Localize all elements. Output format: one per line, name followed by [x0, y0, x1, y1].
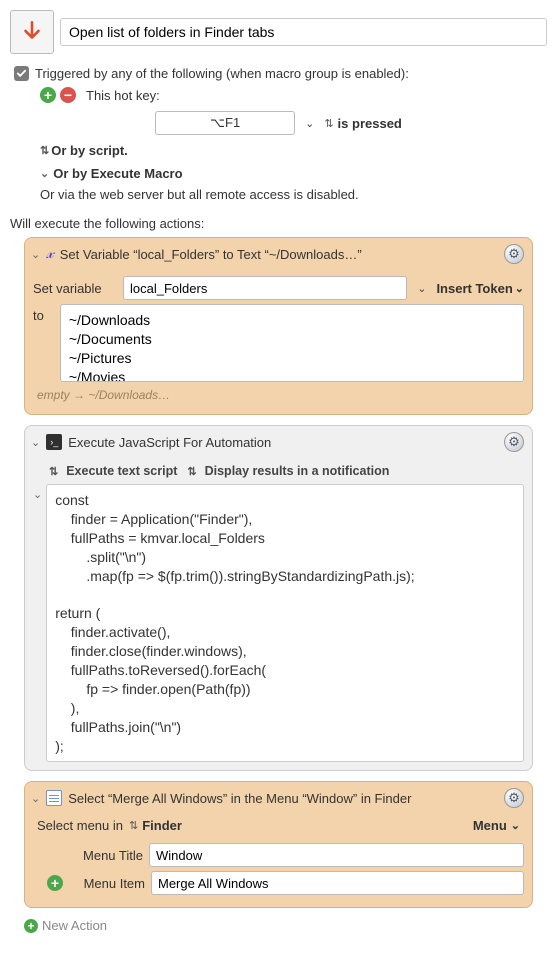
action-title: Set Variable “local_Folders” to Text “~/… [60, 247, 362, 262]
menu-icon [46, 790, 62, 806]
arrow-down-icon [19, 19, 45, 45]
action-select-menu[interactable]: ⌄ Select “Merge All Windows” in the Menu… [24, 781, 533, 908]
menu-button[interactable]: Menu⌄ [473, 818, 520, 833]
disclose-icon[interactable]: ⌄ [33, 484, 42, 501]
insert-token-button[interactable]: Insert Token⌄ [436, 281, 524, 296]
or-script-label[interactable]: Or by script. [51, 143, 128, 158]
hotkey-field[interactable]: ⌥F1 [155, 111, 295, 135]
hint-text: ~/Downloads… [88, 388, 170, 402]
set-variable-label: Set variable [33, 281, 117, 296]
triggered-label: Triggered by any of the following (when … [35, 66, 409, 81]
action-execute-jxa[interactable]: ⌄ ›_ Execute JavaScript For Automation ⚙… [24, 425, 533, 771]
variable-name-input[interactable] [123, 276, 407, 300]
menu-title-label: Menu Title [33, 848, 143, 863]
updown-icon[interactable]: ⇅ [40, 144, 47, 157]
hotkey-dropdown[interactable]: ⌄ [301, 117, 318, 130]
variable-icon: 𝓍 [46, 245, 54, 263]
disclose-icon[interactable]: ⌄ [31, 792, 40, 805]
triggered-checkbox[interactable] [14, 66, 29, 81]
exec-script-select[interactable]: Execute text script [66, 464, 177, 478]
add-menu-item-button[interactable]: + [47, 875, 63, 891]
to-label: to [33, 304, 52, 323]
disclose-icon[interactable]: ⌄ [31, 248, 40, 261]
variable-text-input[interactable] [60, 304, 524, 382]
action-title: Select “Merge All Windows” in the Menu “… [68, 791, 411, 806]
menu-item-label: Menu Item [69, 876, 145, 891]
updown-icon[interactable]: ⇅ [129, 819, 136, 832]
updown-icon[interactable]: ⇅ [324, 117, 331, 130]
menu-item-input[interactable] [151, 871, 524, 895]
gear-icon[interactable]: ⚙ [504, 244, 524, 264]
action-set-variable[interactable]: ⌄ 𝓍 Set Variable “local_Folders” to Text… [24, 237, 533, 415]
new-action-label[interactable]: New Action [42, 918, 107, 933]
macro-title-input[interactable] [60, 18, 547, 46]
display-results-select[interactable]: Display results in a notification [205, 464, 390, 478]
chevron-down-icon[interactable]: ⌄ [40, 167, 49, 180]
or-web-label: Or via the web server but all remote acc… [40, 187, 547, 202]
action-title: Execute JavaScript For Automation [68, 435, 271, 450]
disclose-icon[interactable]: ⌄ [31, 436, 40, 449]
is-pressed-label[interactable]: is pressed [338, 116, 402, 131]
gear-icon[interactable]: ⚙ [504, 432, 524, 452]
add-trigger-button[interactable]: + [40, 87, 56, 103]
menu-title-input[interactable] [149, 843, 524, 867]
updown-icon[interactable]: ⇅ [187, 465, 194, 478]
add-action-button[interactable]: + [24, 919, 38, 933]
script-editor[interactable]: const finder = Application("Finder"), fu… [46, 484, 524, 762]
terminal-icon: ›_ [46, 434, 62, 450]
check-icon [16, 68, 27, 79]
or-execute-label[interactable]: Or by Execute Macro [53, 166, 182, 181]
actions-header: Will execute the following actions: [10, 216, 547, 231]
variable-dropdown[interactable]: ⌄ [413, 282, 430, 295]
select-menu-in-label: Select menu in [37, 818, 123, 833]
gear-icon[interactable]: ⚙ [504, 788, 524, 808]
updown-icon[interactable]: ⇅ [49, 465, 56, 478]
app-select[interactable]: Finder [142, 818, 182, 833]
remove-trigger-button[interactable]: − [60, 87, 76, 103]
hotkey-label: This hot key: [86, 88, 160, 103]
macro-icon[interactable] [10, 10, 54, 54]
